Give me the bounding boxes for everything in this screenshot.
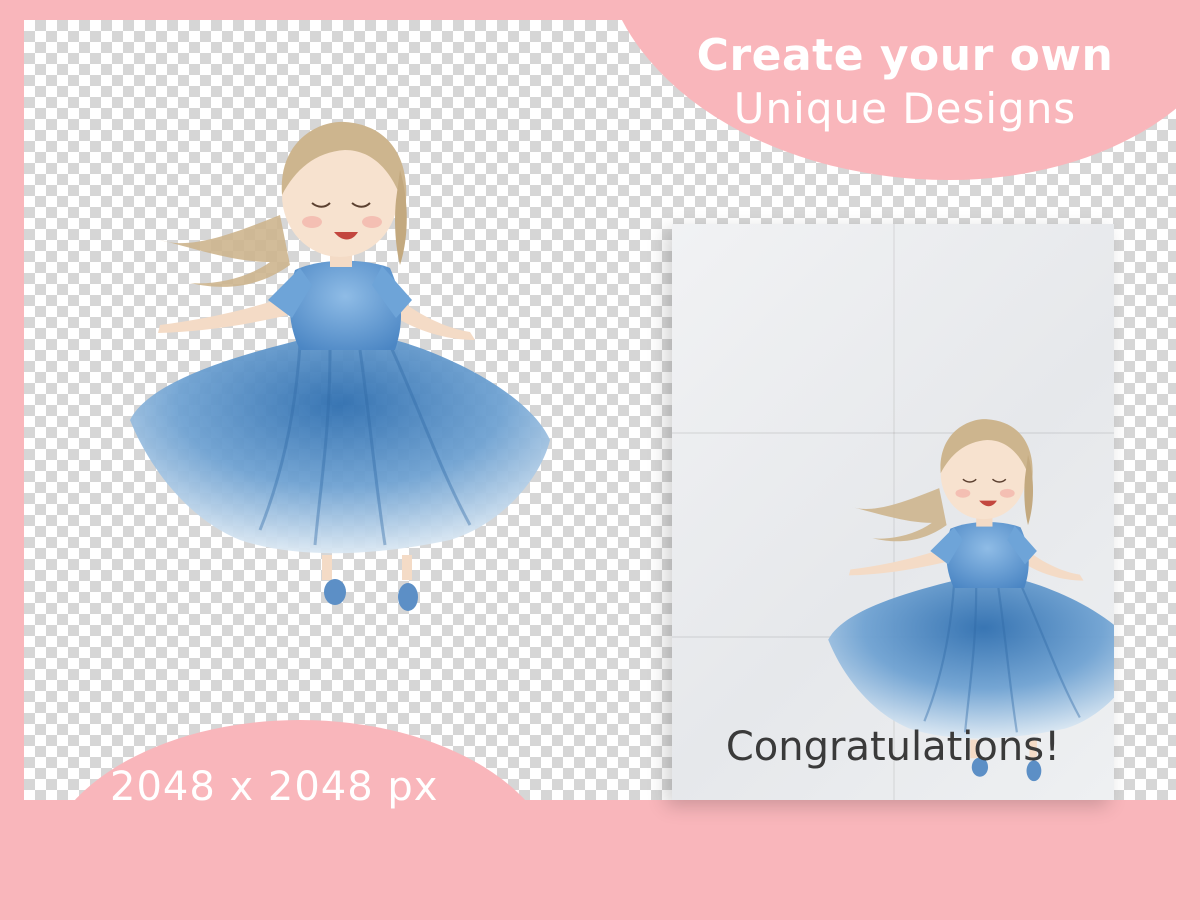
- girl-illustration-small: [828, 419, 1114, 782]
- greeting-card-mockup: Congratulations!: [672, 224, 1114, 800]
- headline-line-2: Unique Designs: [733, 84, 1077, 133]
- resolution-label: 2048 x 2048 px: [110, 764, 439, 810]
- headline-line-1: Create your own: [696, 30, 1114, 81]
- card-message: Congratulations!: [725, 724, 1061, 770]
